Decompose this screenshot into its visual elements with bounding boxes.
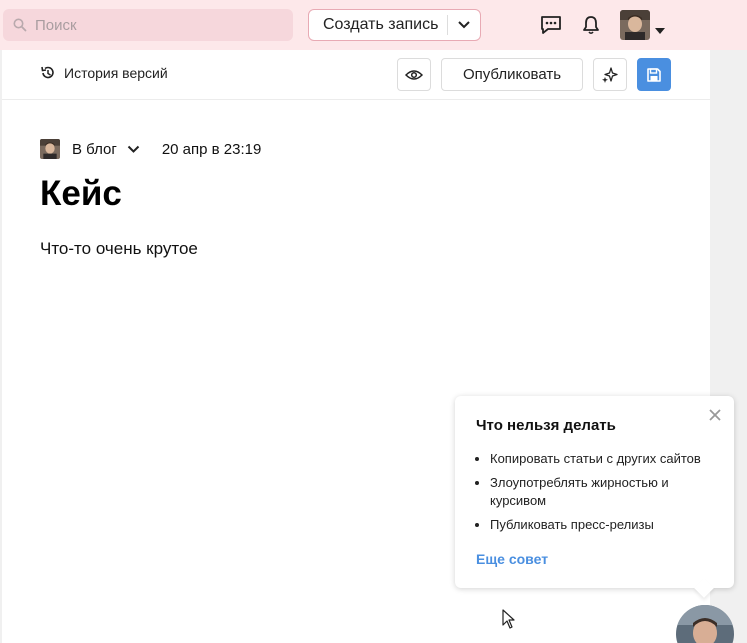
history-icon [40,65,56,81]
tips-title: Что нельзя делать [476,417,616,434]
post-meta: В блог 20 апр в 23:19 [40,139,261,159]
search-input[interactable] [35,16,275,34]
chevron-down-icon[interactable] [448,20,480,30]
post-date: 20 апр в 23:19 [161,140,262,158]
tips-item: Злоупотреблять жирностью и курсивом [490,474,715,510]
eye-icon [405,69,423,81]
ai-assist-button[interactable] [593,58,627,91]
bell-icon[interactable] [580,14,602,36]
create-post-label: Создать запись [323,16,439,33]
tips-item: Публиковать пресс-релизы [490,516,715,534]
caret-down-icon[interactable] [655,21,665,39]
search-icon [13,18,27,32]
tips-list: Копировать статьи с других сайтов Злоупо… [490,450,715,540]
blog-selector[interactable]: В блог [72,141,117,158]
user-avatar[interactable] [620,10,650,40]
chevron-down-icon[interactable] [127,145,140,154]
preview-button[interactable] [397,58,431,91]
author-avatar [40,139,60,159]
tips-popover: Что нельзя делать Копировать статьи с др… [455,396,734,588]
chat-icon[interactable] [540,14,562,36]
version-history-link[interactable]: История версий [40,65,168,81]
close-icon[interactable] [708,408,722,422]
publish-button[interactable]: Опубликовать [441,58,583,91]
sparkles-icon [601,66,619,84]
post-body[interactable]: Что-то очень крутое [40,239,198,259]
post-title[interactable]: Кейс [40,174,122,214]
create-post-button[interactable]: Создать запись [308,9,481,41]
mouse-cursor-icon [502,609,516,634]
editor-toolbar: История версий Опубликовать [2,50,710,100]
search-box[interactable] [3,9,293,41]
tips-item: Копировать статьи с других сайтов [490,450,715,468]
publish-label: Опубликовать [462,66,562,83]
top-bar: Создать запись [0,0,747,50]
version-history-label: История версий [64,65,168,81]
more-tips-link[interactable]: Еще совет [476,551,548,567]
save-button[interactable] [637,58,671,91]
save-icon [646,67,662,83]
